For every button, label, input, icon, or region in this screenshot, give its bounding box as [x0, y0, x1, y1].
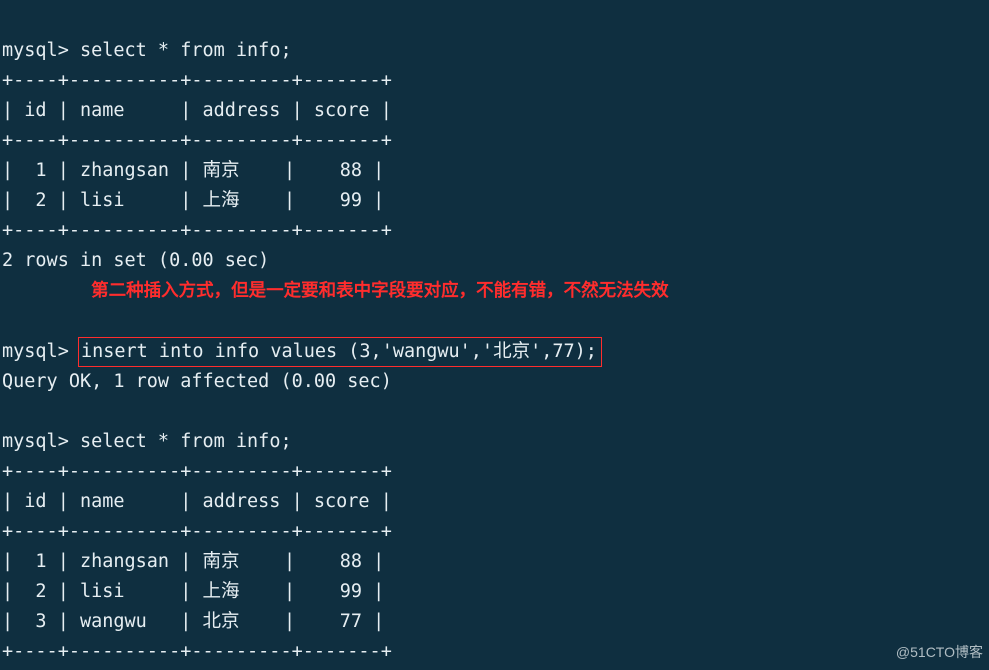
- prompt-3: mysql> select * from info;: [2, 431, 292, 452]
- table-border-bot-1: +----+----------+---------+-------+: [2, 220, 392, 241]
- table-border-top-1: +----+----------+---------+-------+: [2, 70, 392, 91]
- table-border-mid-1: +----+----------+---------+-------+: [2, 130, 392, 151]
- table-border-bot-2: +----+----------+---------+-------+: [2, 641, 392, 662]
- table-border-top-2: +----+----------+---------+-------+: [2, 461, 392, 482]
- status-two-rows: 2 rows in set (0.00 sec): [2, 250, 269, 271]
- query-select-1: select * from info;: [80, 40, 292, 61]
- status-query-ok: Query OK, 1 row affected (0.00 sec): [2, 371, 392, 392]
- table-row: | 2 | lisi | 上海 | 99 |: [2, 190, 384, 211]
- table-header-2: | id | name | address | score |: [2, 491, 392, 512]
- table-row: | 3 | wangwu | 北京 | 77 |: [2, 611, 384, 632]
- table-row: | 1 | zhangsan | 南京 | 88 |: [2, 551, 384, 572]
- query-insert-highlight: insert into info values (3,'wangwu','北京'…: [78, 337, 602, 367]
- table-header-1: | id | name | address | score |: [2, 100, 392, 121]
- watermark: @51CTO博客: [896, 637, 983, 667]
- annotation-text: 第二种插入方式，但是一定要和表中字段要对应，不能有错，不然无法失效: [91, 282, 669, 302]
- table-border-mid-2: +----+----------+---------+-------+: [2, 521, 392, 542]
- prompt-1: mysql> select * from info;: [2, 40, 292, 61]
- prompt-2: mysql> insert into info values (3,'wangw…: [2, 341, 602, 362]
- mysql-terminal: mysql> select * from info; +----+-------…: [0, 0, 989, 670]
- annotation-line: 第二种插入方式，但是一定要和表中字段要对应，不能有错，不然无法失效: [2, 280, 669, 301]
- table-row: | 1 | zhangsan | 南京 | 88 |: [2, 160, 384, 181]
- query-select-2: select * from info;: [80, 431, 292, 452]
- query-insert: insert into info values (3,'wangwu','北京'…: [81, 341, 597, 362]
- table-row: | 2 | lisi | 上海 | 99 |: [2, 581, 384, 602]
